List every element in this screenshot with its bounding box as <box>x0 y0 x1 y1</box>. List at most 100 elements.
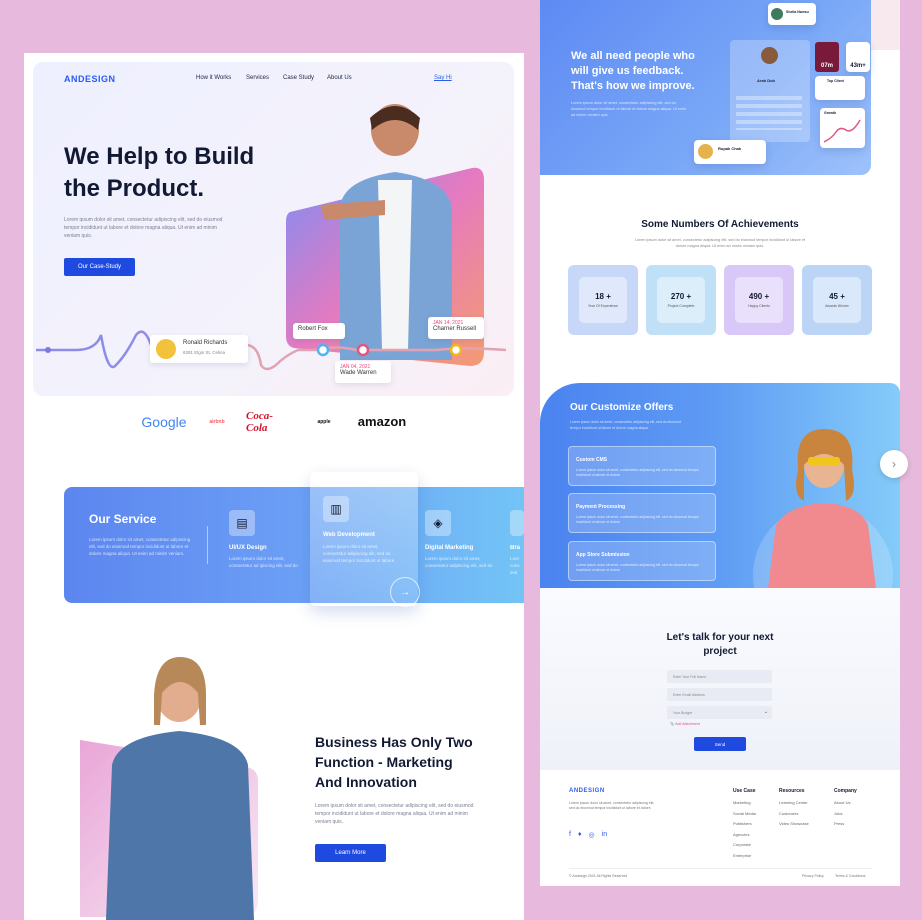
footer-link[interactable]: Enterprise <box>733 851 756 862</box>
business-title-line-2: Function - Marketing <box>315 754 453 770</box>
person-chip-wade: JAN 04, 2021 Wade Warren <box>335 361 391 383</box>
feedback-title-line-2: will give us feedback. <box>571 65 684 77</box>
copyright: © Andesign 2021 All Rights Reserved <box>569 874 628 878</box>
social-links: f ♦ ◎ in <box>569 831 607 839</box>
brand-coca-cola: Coca-Cola <box>246 410 273 434</box>
chevron-down-icon: ⌄ <box>763 709 768 715</box>
brand-apple: apple <box>317 419 331 425</box>
say-hi-link[interactable]: Say Hi <box>434 75 452 81</box>
chevron-right-icon[interactable]: › <box>880 450 908 478</box>
twitter-icon[interactable]: ♦ <box>578 831 582 839</box>
email-input[interactable]: Enter Email Address <box>667 688 772 701</box>
web-development-icon: ▥ <box>323 496 349 522</box>
digital-marketing-icon: ◈ <box>425 510 451 536</box>
metric-card-1: 07m <box>815 42 839 72</box>
nav-services[interactable]: Services <box>246 75 269 81</box>
offer-app-store-submission[interactable]: App Store Submission Lorem ipsum dolor s… <box>568 541 716 581</box>
person-address: 6391 Elgin St. Celina <box>183 350 226 355</box>
hero-title-line-1: We Help to Build <box>64 143 255 170</box>
person-chip-robert: Robert Fox <box>293 323 345 339</box>
footer-link[interactable]: Social Media <box>733 809 756 820</box>
nav-how-it-works[interactable]: How it Works <box>196 75 231 81</box>
hero-description: Lorem ipsum dolor sit amet, consectetur … <box>64 217 223 239</box>
service-branding-text: Lore cons sed <box>510 556 520 575</box>
offers-illustration <box>753 429 893 588</box>
offer-custom-cms[interactable]: Custom CMS Lorem ipsum dolor sit amet, c… <box>568 446 716 486</box>
offer-text: Lorem ipsum dolor sit amet, consectetur … <box>576 468 699 477</box>
service-web-development-label: Web Development <box>323 532 375 538</box>
feedback-description: Lorem ipsum dolor sit amet, consectetur … <box>571 101 687 117</box>
arrow-right-icon[interactable]: → <box>390 577 420 607</box>
business-description: Lorem ipsum dolor sit amet, consectetur … <box>315 803 474 825</box>
stat-value: 270 + <box>670 292 692 301</box>
metric-card-2: 43m+ <box>846 42 870 72</box>
footer-resources-list: Learning Center Customers Video Showcase <box>779 798 809 830</box>
stat-card-experience: 18 + Year Of Experience <box>568 265 638 335</box>
contact-title-line-2: project <box>703 646 737 657</box>
terms-link[interactable]: Terms & Conditions <box>835 874 865 878</box>
service-branding-label: Bra <box>510 545 521 551</box>
stat-label: Happy Clients <box>748 304 770 308</box>
footer-link[interactable]: Agencies <box>733 830 756 841</box>
profile-name: Arab Dob <box>757 78 775 83</box>
facebook-icon[interactable]: f <box>569 831 571 839</box>
add-attachment-label: Add Attachment <box>675 722 700 726</box>
footer-resources-title: Resources <box>779 788 805 794</box>
stat-card-clients: 490 + Happy Clients <box>724 265 794 335</box>
offer-text: Lorem ipsum dolor sit amet, consectetur … <box>576 515 699 524</box>
instagram-icon[interactable]: ◎ <box>589 831 595 839</box>
person-name: Charner Russell <box>433 326 477 332</box>
contact-title-line-1: Let's talk for your next <box>666 632 774 643</box>
brand-amazon: amazon <box>357 413 407 429</box>
footer-link[interactable]: Publishers <box>733 819 756 830</box>
footer-link[interactable]: Customers <box>779 809 809 820</box>
offers-description: Lorem ipsum dolor sit amet, consectetur … <box>570 420 681 430</box>
footer-link[interactable]: Learning Center <box>779 798 809 809</box>
linkedin-icon[interactable]: in <box>602 831 607 839</box>
reviewer-card-top: Sheila Nwosu <box>768 3 816 25</box>
top-client-label: Top Client <box>827 79 844 83</box>
achievements-description: Lorem ipsum dolor sit amet, consectetur … <box>634 238 806 248</box>
offer-payment-processing[interactable]: Payment Processing Lorem ipsum dolor sit… <box>568 493 716 533</box>
logo[interactable]: ANDESIGN <box>64 74 116 84</box>
footer-use-case-title: Use Case <box>733 788 756 794</box>
stat-value: 490 + <box>748 292 770 301</box>
offer-text: Lorem ipsum dolor sit amet, consectetur … <box>576 563 699 572</box>
footer-link[interactable]: Jobs <box>834 809 850 820</box>
nav-about-us[interactable]: About Us <box>327 75 352 81</box>
footer-link[interactable]: About Us <box>834 798 850 809</box>
profile-details <box>736 96 802 130</box>
person-name: Ronald Richards <box>183 340 228 346</box>
person-chip-ronald: Ronald Richards 6391 Elgin St. Celina <box>150 335 248 363</box>
avatar <box>771 8 783 20</box>
send-button[interactable]: Send <box>694 737 746 751</box>
privacy-policy-link[interactable]: Privacy Policy <box>802 874 824 878</box>
reviewer-name: Rupak Chak <box>718 146 742 151</box>
footer-link[interactable]: Press <box>834 819 850 830</box>
stat-label: Year Of Experience <box>587 304 619 308</box>
full-name-input[interactable]: Enter Your Full Name <box>667 670 772 683</box>
case-study-button[interactable]: Our Case-Study <box>64 258 135 276</box>
stat-label: Project Complete <box>667 304 695 308</box>
learn-more-button[interactable]: Learn More <box>315 844 386 862</box>
profile-card: Arab Dob <box>730 40 810 142</box>
pink-corner <box>871 0 900 50</box>
growth-card: Growth <box>820 108 865 148</box>
service-ui-ux-text: Lorem ipsum dolor sit amet, consectetur … <box>229 556 298 568</box>
business-title-line-1: Business Has Only Two <box>315 734 473 750</box>
add-attachment-link[interactable]: 📎 Add Attachment <box>670 722 700 726</box>
service-ui-ux-label: UI/UX Design <box>229 545 267 551</box>
footer-link[interactable]: Corporate <box>733 840 756 851</box>
footer-link[interactable]: Marketing <box>733 798 756 809</box>
stat-value: 45 + <box>829 292 845 301</box>
service-web-development-text: Lorem ipsum dolor sit amet, consectetur … <box>323 544 395 563</box>
nav-case-study[interactable]: Case Study <box>283 75 314 81</box>
footer-link[interactable]: Video Showcase <box>779 819 809 830</box>
budget-select-value: Your Budget <box>673 710 693 715</box>
budget-select[interactable]: Your Budget ⌄ <box>667 706 772 719</box>
offers-title: Our Customize Offers <box>570 402 674 413</box>
brand-google: Google <box>141 414 187 430</box>
avatar <box>698 144 713 159</box>
stat-label: Awards Winner <box>825 304 849 308</box>
footer-logo[interactable]: ANDESIGN <box>569 788 605 794</box>
